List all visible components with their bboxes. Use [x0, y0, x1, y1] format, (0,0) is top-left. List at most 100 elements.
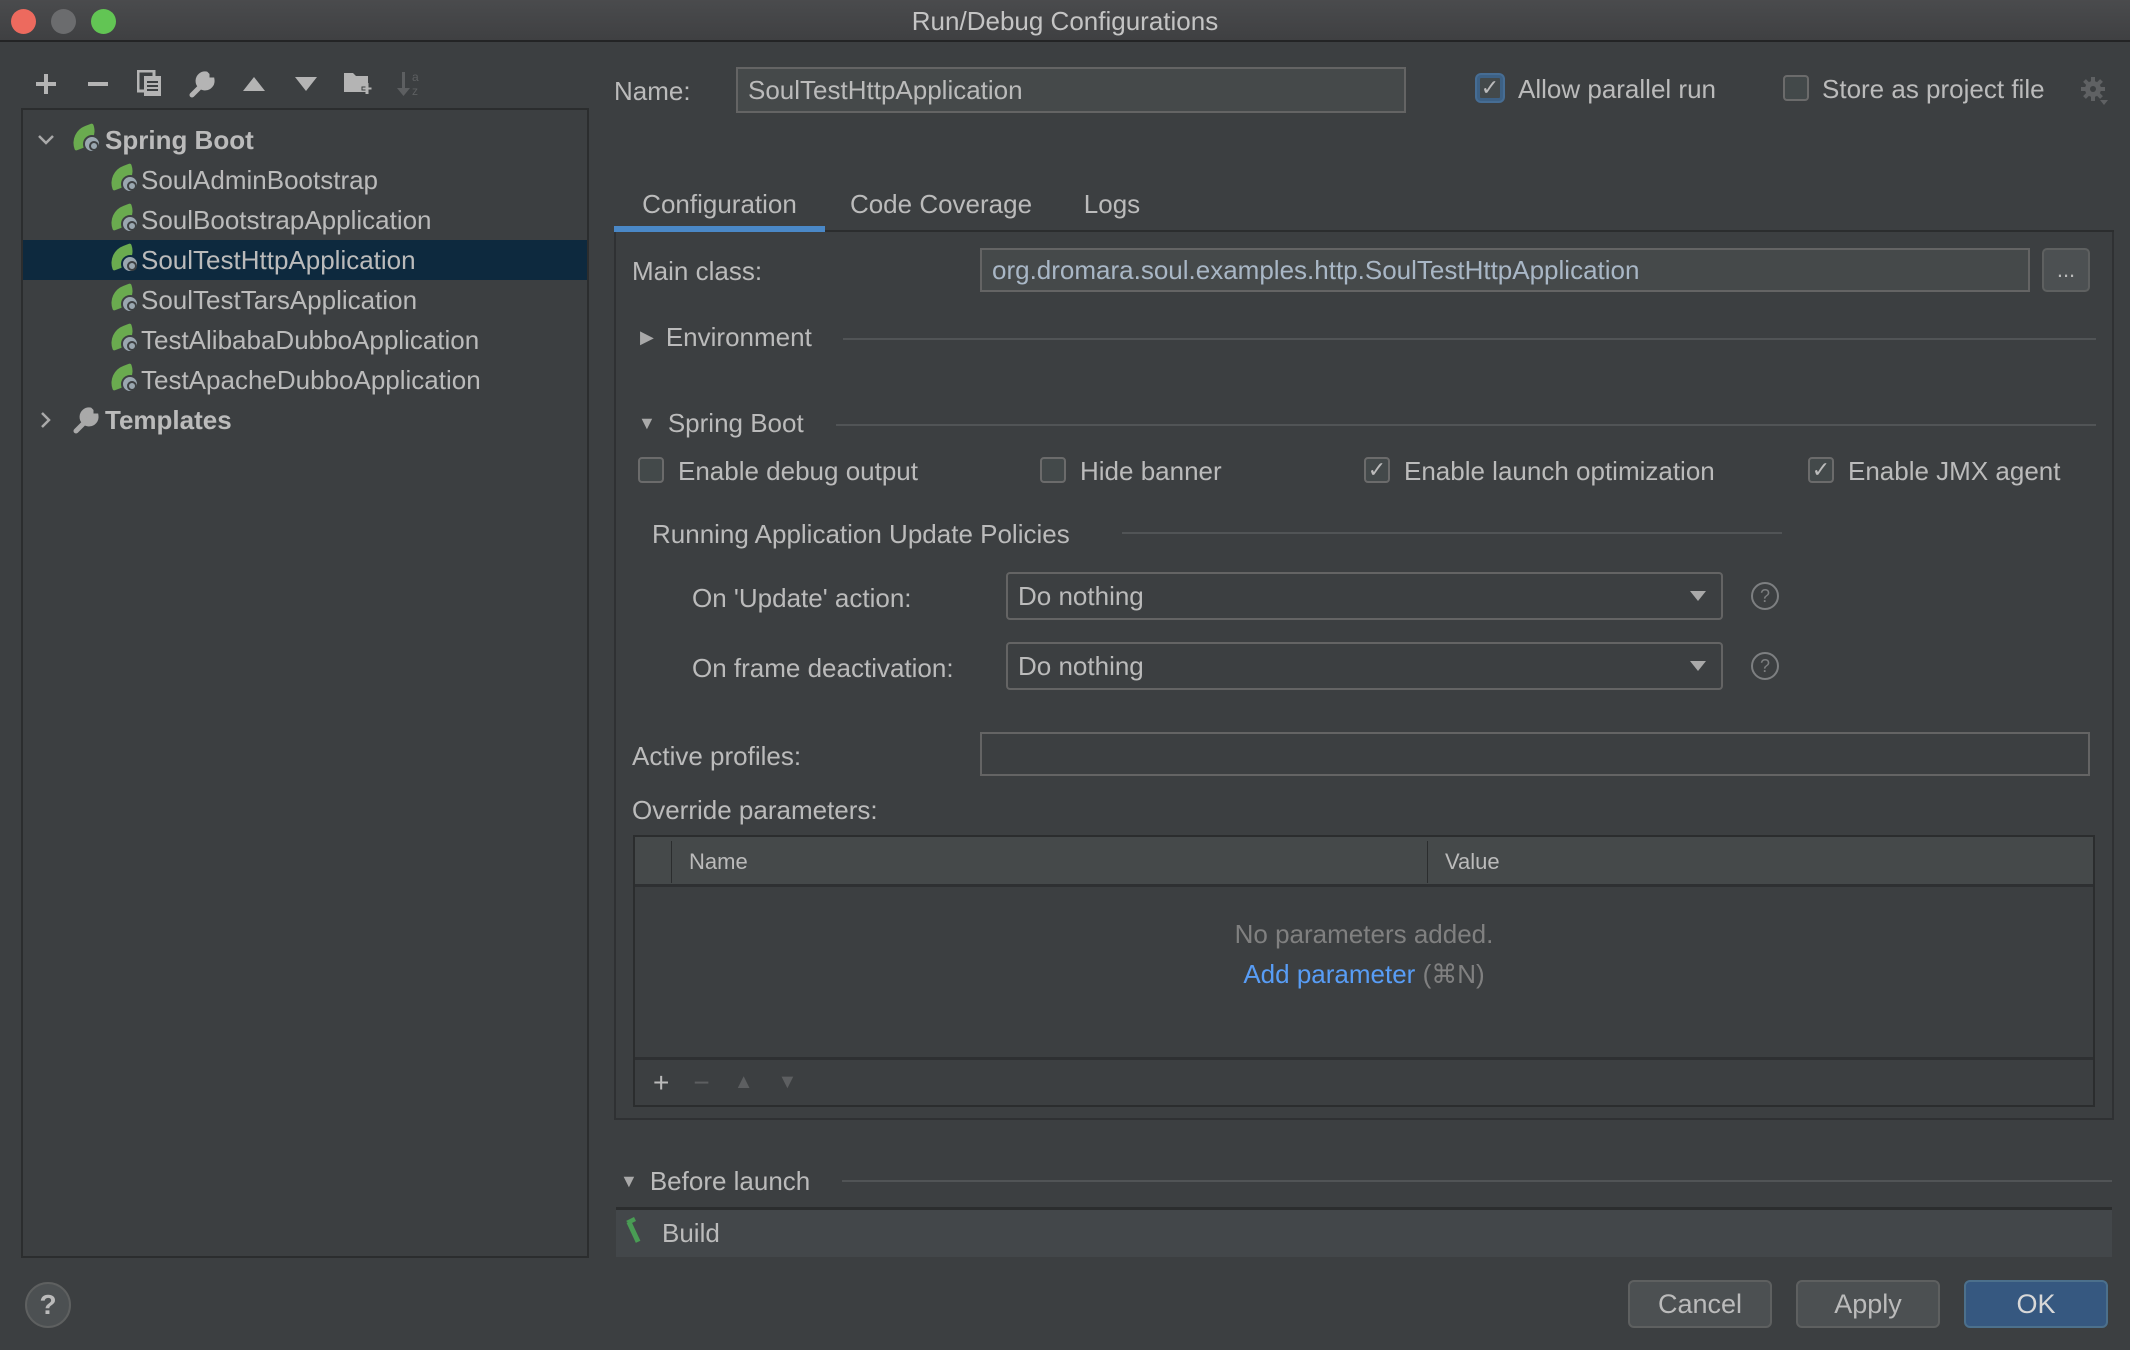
svg-text:a: a: [412, 70, 419, 84]
folder-add-icon: [344, 73, 373, 94]
frame-deactivation-help-icon[interactable]: ?: [1751, 652, 1779, 680]
move-up-button[interactable]: [236, 66, 272, 102]
ok-button[interactable]: OK: [1964, 1280, 2108, 1328]
spring-boot-icon: [106, 243, 141, 275]
help-button[interactable]: ?: [25, 1282, 71, 1328]
environment-section-toggle[interactable]: ▶ Environment: [640, 322, 812, 353]
tree-group-templates[interactable]: Templates: [23, 400, 587, 440]
triangle-down-icon: ▼: [638, 413, 656, 433]
copy-configuration-button[interactable]: [132, 66, 168, 102]
update-action-dropdown[interactable]: Do nothing: [1006, 572, 1723, 620]
tree-item[interactable]: SoulBootstrapApplication: [23, 200, 587, 240]
tree-item-label: SoulTestTarsApplication: [141, 284, 418, 315]
add-parameter-link[interactable]: Add parameter: [1243, 959, 1415, 989]
tree-group-spring-boot[interactable]: Spring Boot: [23, 120, 587, 160]
checkmark-icon: ✓: [1811, 457, 1831, 482]
update-policies-separator: [1122, 532, 1782, 534]
triangle-right-icon: ▶: [640, 327, 654, 347]
enable-launch-optimization-checkbox[interactable]: ✓: [1364, 457, 1390, 483]
before-launch-list[interactable]: Build: [616, 1207, 2112, 1257]
before-launch-label: Before launch: [649, 1166, 811, 1196]
spring-boot-icon: [106, 163, 141, 195]
hide-banner-label: Hide banner: [1080, 456, 1222, 486]
apply-button[interactable]: Apply: [1796, 1280, 1940, 1328]
allow-parallel-run-checkbox[interactable]: ✓: [1477, 75, 1503, 101]
tree-item-selected[interactable]: SoulTestHttpApplication: [23, 240, 587, 280]
before-launch-section-toggle[interactable]: ▼ Before launch: [620, 1166, 810, 1197]
main-class-label: Main class:: [632, 256, 763, 286]
window-title: Run/Debug Configurations: [911, 6, 1219, 36]
checkmark-icon: ✓: [1367, 457, 1387, 482]
move-parameter-down-button[interactable]: ▼: [778, 1071, 798, 1094]
wrench-icon: [71, 405, 103, 435]
remove-configuration-button[interactable]: [80, 66, 116, 102]
tree-item-label: TestApacheDubboApplication: [141, 364, 481, 395]
before-launch-task[interactable]: Build: [662, 1218, 720, 1249]
edit-templates-button[interactable]: [184, 66, 220, 102]
override-parameters-table[interactable]: Name Value No parameters added. Add para…: [633, 835, 2095, 1107]
frame-deactivation-dropdown[interactable]: Do nothing: [1006, 642, 1723, 690]
spring-boot-icon: [106, 283, 141, 315]
wrench-icon: [189, 71, 215, 98]
title-bar: Run/Debug Configurations: [0, 0, 2130, 42]
environment-separator: [843, 338, 2096, 340]
override-parameters-label: Override parameters:: [632, 795, 878, 825]
tree-item[interactable]: TestApacheDubboApplication: [23, 360, 587, 400]
table-header: Name Value: [635, 837, 2093, 887]
name-input[interactable]: SoulTestHttpApplication: [736, 67, 1406, 113]
svg-text:z: z: [412, 84, 418, 98]
spring-boot-icon: [68, 123, 103, 155]
tab-logs[interactable]: Logs: [1070, 180, 1154, 228]
main-class-input[interactable]: org.dromara.soul.examples.http.SoulTestH…: [980, 248, 2030, 292]
tree-item-label: SoulTestHttpApplication: [141, 244, 416, 275]
store-as-project-file-checkbox[interactable]: [1783, 75, 1809, 101]
enable-jmx-agent-checkbox[interactable]: ✓: [1808, 457, 1834, 483]
allow-parallel-run-label: Allow parallel run: [1518, 74, 1716, 104]
plus-icon: [36, 74, 56, 94]
hide-banner-checkbox[interactable]: [1040, 457, 1066, 483]
triangle-down-icon: ▼: [620, 1171, 638, 1191]
enable-launch-optimization-label: Enable launch optimization: [1404, 456, 1715, 486]
configurations-tree[interactable]: Spring Boot SoulAdminBootstrap SoulBoots…: [21, 108, 589, 1258]
chevron-down-icon[interactable]: [35, 129, 57, 151]
column-header-value[interactable]: Value: [1445, 837, 1500, 887]
sort-button[interactable]: az: [392, 66, 428, 102]
empty-state-text: No parameters added.: [1234, 919, 1494, 949]
chevron-right-icon[interactable]: [35, 409, 57, 431]
active-profiles-input[interactable]: [980, 732, 2090, 776]
spring-boot-icon: [106, 203, 141, 235]
column-header-name[interactable]: Name: [689, 837, 748, 887]
gear-icon[interactable]: [2080, 76, 2108, 113]
update-policies-title: Running Application Update Policies: [652, 519, 1070, 549]
add-parameter-button[interactable]: +: [653, 1067, 669, 1099]
tree-item-label: SoulBootstrapApplication: [141, 204, 432, 235]
move-down-button[interactable]: [288, 66, 324, 102]
tab-configuration[interactable]: Configuration: [614, 180, 825, 228]
update-action-help-icon[interactable]: ?: [1751, 582, 1779, 610]
minus-icon: [88, 82, 108, 86]
add-configuration-button[interactable]: [28, 66, 64, 102]
checkmark-icon: ✓: [1480, 75, 1500, 100]
spring-boot-icon: [106, 323, 141, 355]
spring-boot-section-toggle[interactable]: ▼ Spring Boot: [638, 408, 804, 439]
enable-debug-output-label: Enable debug output: [678, 456, 918, 486]
tree-item[interactable]: SoulTestTarsApplication: [23, 280, 587, 320]
add-parameter-row: Add parameter (⌘N): [635, 959, 2093, 990]
new-folder-button[interactable]: [340, 66, 376, 102]
triangle-down-icon: [295, 77, 317, 91]
tree-item[interactable]: SoulAdminBootstrap: [23, 160, 587, 200]
move-parameter-up-button[interactable]: ▲: [734, 1071, 754, 1094]
cancel-button[interactable]: Cancel: [1628, 1280, 1772, 1328]
table-toolbar: + − ▲ ▼: [635, 1057, 2093, 1105]
tab-code-coverage[interactable]: Code Coverage: [836, 180, 1046, 228]
tree-item-label: SoulAdminBootstrap: [141, 164, 379, 195]
enable-debug-output-checkbox[interactable]: [638, 457, 664, 483]
tree-item[interactable]: TestAlibabaDubboApplication: [23, 320, 587, 360]
store-as-project-file-label: Store as project file: [1822, 74, 2045, 104]
remove-parameter-button[interactable]: −: [693, 1067, 709, 1099]
spring-boot-section-label: Spring Boot: [667, 408, 804, 438]
browse-main-class-button[interactable]: ...: [2042, 248, 2090, 292]
tree-item-label: TestAlibabaDubboApplication: [141, 324, 480, 355]
enable-jmx-agent-label: Enable JMX agent: [1848, 456, 2061, 486]
frame-deactivation-label: On frame deactivation:: [692, 653, 954, 683]
